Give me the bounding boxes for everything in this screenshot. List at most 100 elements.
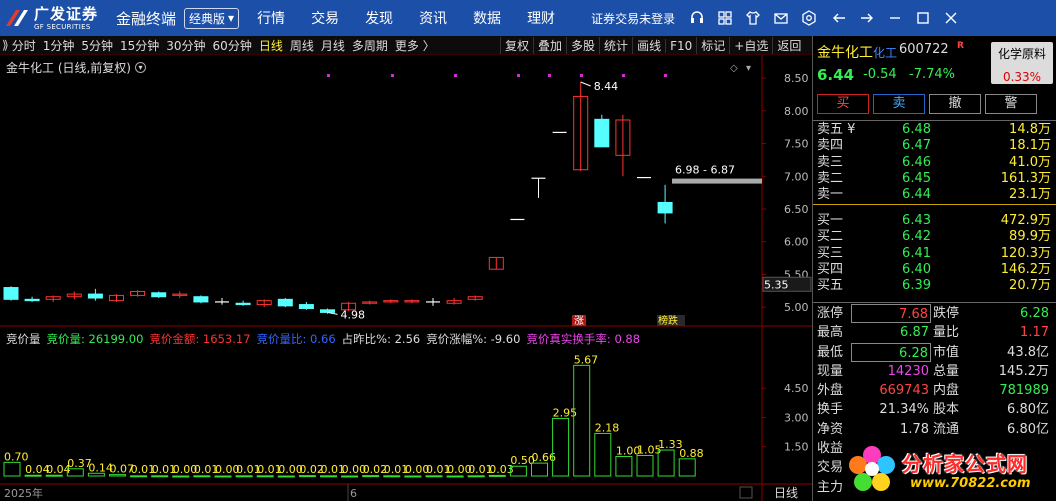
- stat-key: 最高: [817, 325, 844, 341]
- y-tick-label: 1.50: [784, 441, 809, 454]
- volume-bar: [404, 475, 422, 478]
- tab-multi-period[interactable]: 多周期: [352, 37, 388, 54]
- sidebar-toggle-icon[interactable]: ⟫: [2, 38, 9, 52]
- bid-row[interactable]: 买一 6.43 472.9万: [813, 213, 1056, 229]
- headset-icon[interactable]: [689, 10, 705, 26]
- menu-data[interactable]: 数据: [473, 8, 501, 28]
- ask-row[interactable]: 卖四 6.47 18.1万: [813, 138, 1056, 154]
- ask-volume: 41.0万: [1009, 154, 1051, 170]
- sector-box[interactable]: 化学原料 0.33%: [991, 42, 1053, 84]
- bid-row[interactable]: 买三 6.41 120.3万: [813, 246, 1056, 262]
- stat-row: 外盘 669743 内盘 781989: [813, 381, 1056, 400]
- minimize-icon[interactable]: [887, 10, 903, 26]
- multi-stock-button[interactable]: 多股: [566, 37, 599, 54]
- bid-label: 买五: [817, 278, 844, 294]
- bid-label: 买四: [817, 261, 844, 277]
- tab-15min[interactable]: 15分钟: [120, 37, 159, 54]
- restore-rights-button[interactable]: 复权: [500, 37, 533, 54]
- ask-label: 卖一: [817, 187, 844, 203]
- y-tick-label: 6.50: [784, 203, 809, 216]
- legend-item: 竞价量比: 0.66: [256, 332, 336, 346]
- f10-button[interactable]: F10: [665, 38, 696, 53]
- tab-5min[interactable]: 5分钟: [81, 37, 113, 54]
- chart-area[interactable]: 8.50 8.00 7.50 7.00 6.50 6.00 5.50 5.00 8.44 4.98…: [0, 55, 812, 501]
- add-watchlist-button[interactable]: +自选: [729, 37, 772, 54]
- volume-bar: [172, 475, 190, 478]
- menu-discover[interactable]: 发现: [365, 8, 393, 28]
- cancel-order-button[interactable]: 撤: [929, 94, 981, 114]
- grid-icon[interactable]: [717, 10, 733, 26]
- ask-label: 卖三: [817, 154, 844, 170]
- stat-key: 量比: [933, 325, 960, 341]
- stat-value: 1.17: [1020, 325, 1049, 341]
- sell-button[interactable]: 卖: [873, 94, 925, 114]
- stat-value: 14230: [887, 363, 929, 379]
- login-status[interactable]: 证券交易未登录: [591, 10, 675, 27]
- menu-news[interactable]: 资讯: [419, 8, 447, 28]
- ask-row[interactable]: 卖三 6.46 41.0万: [813, 155, 1056, 171]
- maximize-icon[interactable]: [915, 10, 931, 26]
- mark-button[interactable]: 标记: [696, 37, 729, 54]
- candle-body: [24, 298, 40, 302]
- kline-chart[interactable]: 8.508.007.507.006.506.005.505.008.444.98…: [0, 55, 812, 501]
- bid-row[interactable]: 买五 6.39 20.7万: [813, 278, 1056, 294]
- last-price: 6.44: [817, 66, 855, 84]
- tab-60min[interactable]: 60分钟: [213, 37, 252, 54]
- stat-key: 市值: [933, 344, 960, 360]
- menu-trade[interactable]: 交易: [311, 8, 339, 28]
- back-button[interactable]: 返回: [772, 37, 805, 54]
- y-tick-label: 6.00: [784, 236, 809, 249]
- signal-dot: [622, 74, 625, 77]
- bid-label: 买三: [817, 245, 844, 261]
- ask-row[interactable]: 卖一 6.44 23.1万: [813, 187, 1056, 203]
- ask-row[interactable]: 卖二 6.45 161.3万: [813, 171, 1056, 187]
- tab-intraday[interactable]: 分时: [12, 37, 36, 54]
- back-arrow-icon[interactable]: [831, 10, 847, 26]
- period-toolbar: ⟫ 分时 1分钟 5分钟 15分钟 30分钟 60分钟 日线 周线 月线 多周期…: [0, 36, 812, 55]
- signal-dot: [664, 74, 667, 77]
- candle-body: [87, 293, 103, 299]
- divider: [813, 120, 1056, 121]
- legend-item: 竞价金额: 1653.17: [149, 332, 251, 346]
- bid-row[interactable]: 买四 6.40 146.2万: [813, 262, 1056, 278]
- stat-row: 涨停 7.68 跌停 6.28: [813, 304, 1056, 324]
- legend-item: 竞价量: 26199.00: [46, 332, 144, 346]
- volume-bar: [594, 432, 612, 477]
- close-icon[interactable]: [943, 10, 959, 26]
- alert-button[interactable]: 警: [985, 94, 1037, 114]
- overlay-button[interactable]: 叠加: [533, 37, 566, 54]
- tab-30min[interactable]: 30分钟: [166, 37, 205, 54]
- stat-key: 内盘: [933, 383, 960, 399]
- statistics-button[interactable]: 统计: [599, 37, 632, 54]
- tab-daily[interactable]: 日线: [259, 37, 283, 54]
- tab-weekly[interactable]: 周线: [290, 37, 314, 54]
- flower-icon: [849, 446, 895, 491]
- menu-quotes[interactable]: 行情: [257, 8, 285, 28]
- settings-icon[interactable]: [801, 10, 817, 26]
- mail-icon[interactable]: [773, 10, 789, 26]
- buy-button[interactable]: 买: [817, 94, 869, 114]
- ask-row[interactable]: 卖五 ¥ 6.48 14.8万: [813, 122, 1056, 138]
- chevron-down-icon: ▾: [228, 11, 235, 25]
- edition-select[interactable]: 经典版 ▾: [184, 7, 240, 29]
- tab-monthly[interactable]: 月线: [321, 37, 345, 54]
- signal-dot: [580, 74, 583, 77]
- bid-row[interactable]: 买二 6.42 89.9万: [813, 229, 1056, 245]
- signal-dot: [391, 74, 394, 77]
- menu-wealth[interactable]: 理财: [527, 8, 555, 28]
- price-change: -0.54: [863, 67, 897, 82]
- bid-volume: 146.2万: [1000, 261, 1051, 277]
- stat-value: 7.68: [851, 304, 931, 324]
- tab-1min[interactable]: 1分钟: [43, 37, 75, 54]
- draw-line-button[interactable]: 画线: [632, 37, 665, 54]
- chevron-down-icon[interactable]: ▾: [135, 62, 146, 73]
- forward-arrow-icon[interactable]: [859, 10, 875, 26]
- bid-volume: 120.3万: [1000, 245, 1051, 261]
- main-menu: 行情 交易 发现 资讯 数据 理财: [257, 8, 581, 28]
- r-badge: R: [957, 41, 964, 51]
- stat-row: 最高 6.87 量比 1.17: [813, 323, 1056, 342]
- shirt-icon[interactable]: [745, 10, 761, 26]
- quote-stock-name[interactable]: 金牛化工化工: [817, 42, 897, 62]
- ask-price: 6.46: [902, 154, 931, 170]
- tab-more[interactable]: 更多 〉: [395, 37, 435, 54]
